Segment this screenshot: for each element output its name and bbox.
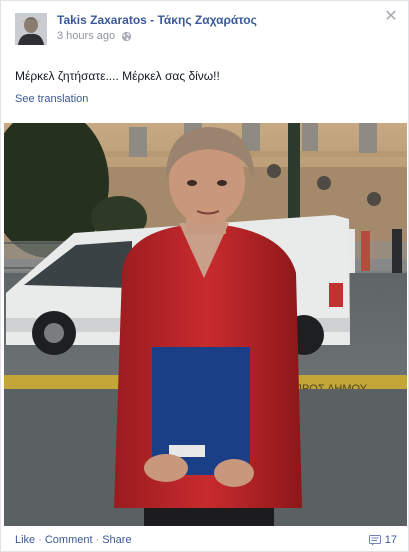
share-link[interactable]: Share xyxy=(102,534,131,546)
close-icon[interactable]: ✕ xyxy=(383,9,399,25)
separator: · xyxy=(38,534,42,546)
post-header: Takis Zaxaratos - Τάκης Ζαχαράτος 3 hour… xyxy=(15,9,398,47)
post-meta: 3 hours ago xyxy=(57,30,132,42)
comment-count-button[interactable]: 17 xyxy=(368,534,397,546)
separator: · xyxy=(95,534,100,546)
photo-scene: ΠΡΟΣ ΔΗΜΟΥ xyxy=(4,123,407,526)
post-actions: Like · Comment · Share xyxy=(15,534,132,546)
post-text: Μέρκελ ζητήσατε.... Μέρκελ σας δίνω!! xyxy=(15,69,220,83)
globe-icon[interactable] xyxy=(121,31,132,42)
avatar-image xyxy=(15,13,47,45)
comment-count: 17 xyxy=(384,534,397,546)
like-link[interactable]: Like xyxy=(15,534,35,546)
author-name[interactable]: Takis Zaxaratos - Τάκης Ζαχαράτος xyxy=(57,13,257,27)
comment-link[interactable]: Comment xyxy=(45,534,93,546)
comment-bubble-icon xyxy=(368,534,381,545)
post-footer: Like · Comment · Share 17 xyxy=(15,534,397,548)
author-avatar[interactable] xyxy=(15,13,47,45)
see-translation-link[interactable]: See translation xyxy=(15,93,88,105)
post-photo[interactable]: ΠΡΟΣ ΔΗΜΟΥ xyxy=(4,123,407,526)
post-timestamp[interactable]: 3 hours ago xyxy=(57,30,115,42)
facebook-post: Takis Zaxaratos - Τάκης Ζαχαράτος 3 hour… xyxy=(0,0,409,552)
